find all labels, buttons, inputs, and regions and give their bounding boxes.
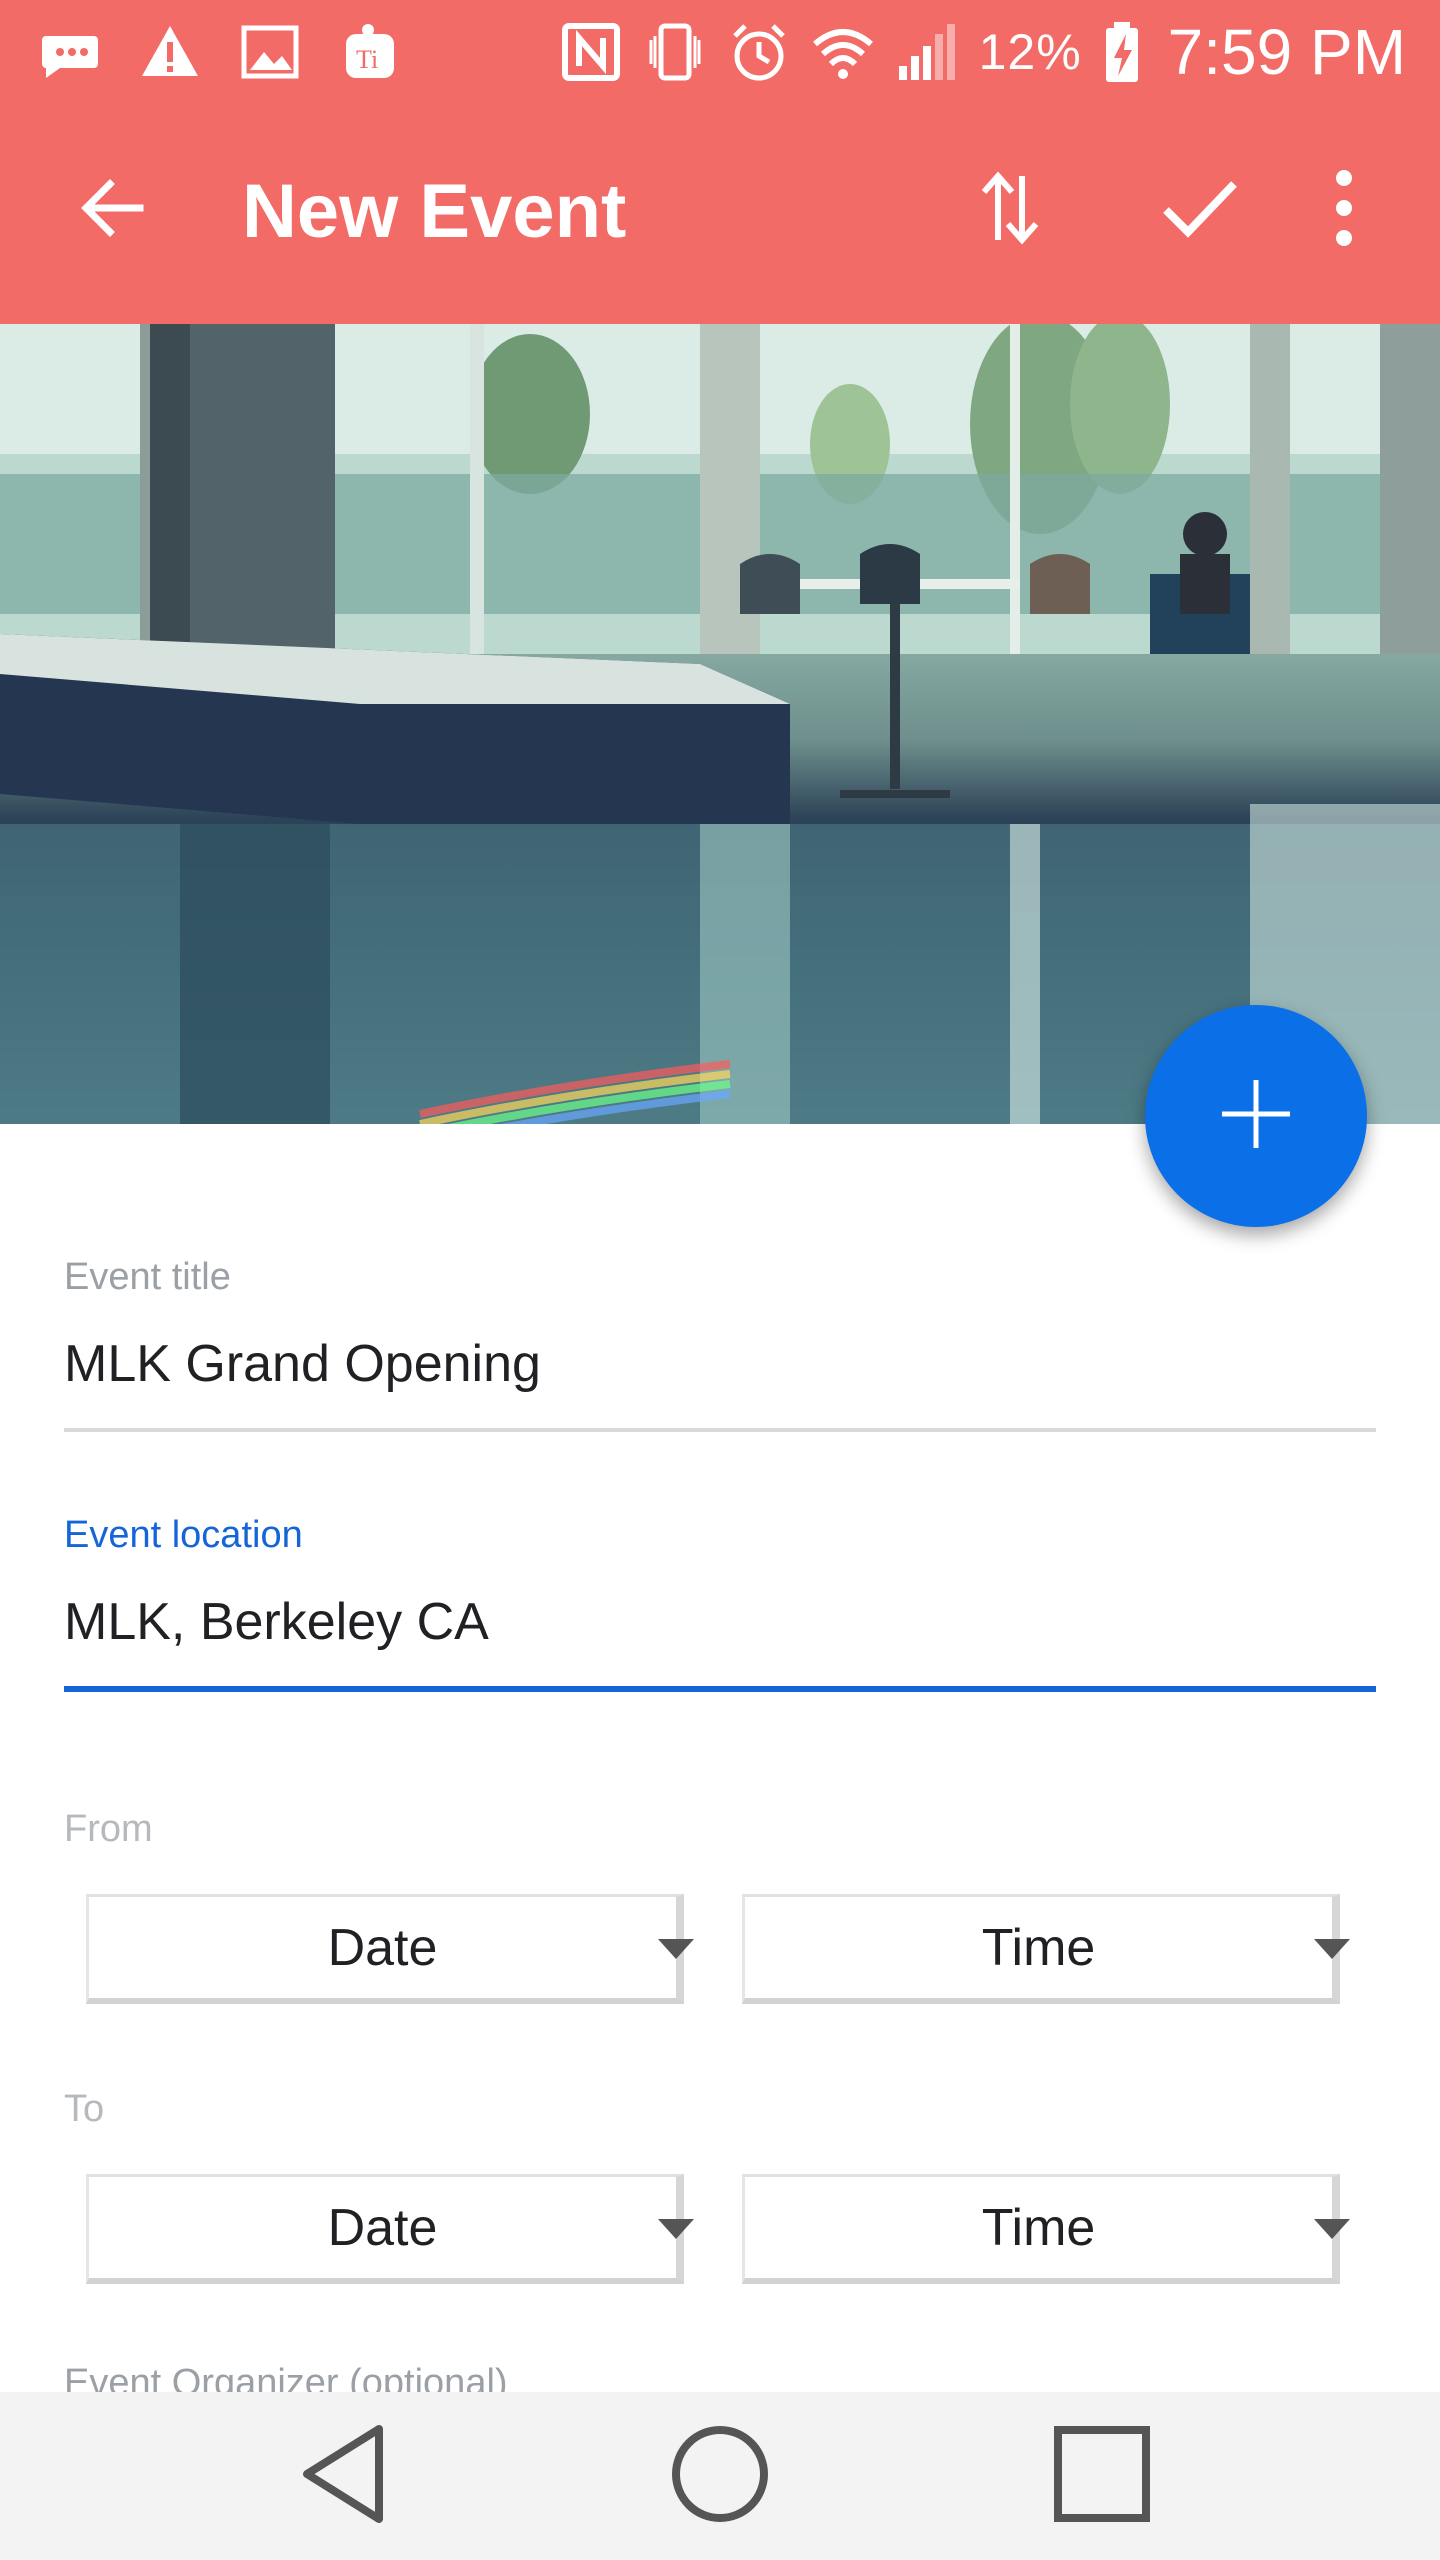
to-time-value: Time bbox=[981, 2198, 1096, 2257]
event-title-label: Event title bbox=[64, 1256, 231, 1298]
battery-percent: 12% bbox=[978, 24, 1082, 80]
dropdown-arrow-icon bbox=[658, 1939, 694, 1959]
signal-icon bbox=[895, 20, 959, 84]
app-notification-icon: Ti bbox=[338, 20, 402, 84]
back-button[interactable] bbox=[62, 160, 162, 260]
add-button[interactable] bbox=[1145, 1005, 1367, 1227]
nav-home-icon bbox=[668, 2422, 772, 2531]
alarm-icon bbox=[727, 20, 791, 84]
vibrate-icon bbox=[643, 20, 707, 84]
nfc-icon bbox=[559, 20, 623, 84]
nav-home-button[interactable] bbox=[660, 2416, 780, 2536]
swap-button[interactable] bbox=[960, 160, 1060, 260]
dropdown-arrow-icon bbox=[658, 2219, 694, 2239]
from-time-value: Time bbox=[981, 1918, 1096, 1977]
event-photo bbox=[0, 324, 1440, 1124]
notification-icons: Ti bbox=[38, 18, 402, 86]
event-image[interactable] bbox=[0, 324, 1440, 1124]
page-title: New Event bbox=[242, 169, 627, 254]
save-button[interactable] bbox=[1150, 160, 1250, 260]
warning-icon bbox=[138, 20, 202, 84]
from-label: From bbox=[64, 1808, 153, 1850]
system-icons: 12% 7:59 PM bbox=[559, 14, 1406, 90]
clock: 7:59 PM bbox=[1167, 16, 1406, 88]
check-icon bbox=[1160, 176, 1240, 245]
message-icon bbox=[38, 20, 102, 84]
to-date-value: Date bbox=[327, 2198, 438, 2257]
event-location-underline bbox=[64, 1686, 1376, 1692]
plus-icon bbox=[1216, 1074, 1296, 1159]
battery-charging-icon bbox=[1102, 20, 1142, 84]
status-bar: Ti 12% 7:59 PM bbox=[0, 0, 1440, 104]
more-options-button[interactable] bbox=[1294, 160, 1394, 260]
nav-recent-icon bbox=[1052, 2424, 1152, 2529]
to-date-picker[interactable]: Date bbox=[86, 2174, 694, 2284]
nav-back-icon bbox=[293, 2419, 393, 2534]
nav-back-button[interactable] bbox=[283, 2416, 403, 2536]
event-location-label: Event location bbox=[64, 1514, 303, 1556]
to-label: To bbox=[64, 2088, 105, 2130]
svg-text:Ti: Ti bbox=[356, 45, 378, 74]
dropdown-arrow-icon bbox=[1314, 1939, 1350, 1959]
wifi-icon bbox=[811, 20, 875, 84]
dropdown-arrow-icon bbox=[1314, 2219, 1350, 2239]
event-title-underline bbox=[64, 1428, 1376, 1432]
event-location-input[interactable]: MLK, Berkeley CA bbox=[64, 1592, 489, 1652]
app-bar: New Event bbox=[0, 104, 1440, 324]
image-icon bbox=[238, 20, 302, 84]
to-time-picker[interactable]: Time bbox=[742, 2174, 1350, 2284]
more-vertical-icon bbox=[1332, 168, 1356, 253]
arrow-back-icon bbox=[76, 172, 148, 249]
from-time-picker[interactable]: Time bbox=[742, 1894, 1350, 2004]
navigation-bar bbox=[0, 2392, 1440, 2560]
swap-vertical-icon bbox=[974, 168, 1046, 253]
nav-recent-button[interactable] bbox=[1042, 2416, 1162, 2536]
event-title-input[interactable]: MLK Grand Opening bbox=[64, 1334, 541, 1394]
from-date-picker[interactable]: Date bbox=[86, 1894, 694, 2004]
from-date-value: Date bbox=[327, 1918, 438, 1977]
